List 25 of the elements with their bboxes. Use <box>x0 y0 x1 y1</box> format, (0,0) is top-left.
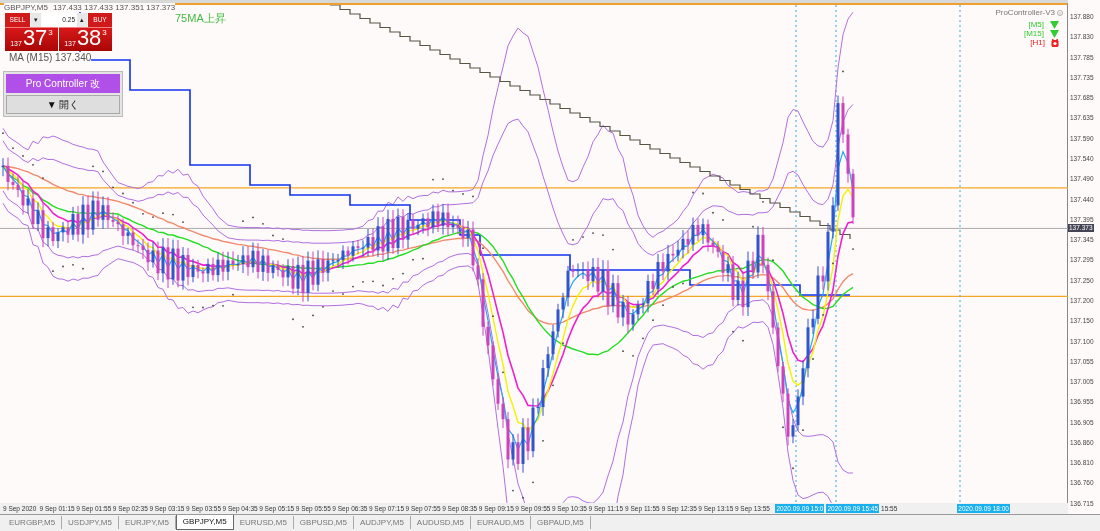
ohlc-values: 137.433 137.433 137.351 137.373 <box>52 3 176 12</box>
price-main: 37 <box>22 27 48 49</box>
symbol-tab[interactable]: USDJPY,M5 <box>62 516 119 529</box>
symbol-label: GBPJPY,M5 <box>4 3 48 12</box>
pro-controller-title: Pro Controller 改 <box>6 74 120 93</box>
symbol-tab[interactable]: EURAUD,M5 <box>470 516 532 529</box>
symbol-tab[interactable]: AUDJPY,M5 <box>353 516 411 529</box>
indicator-name: ProController-V3 <box>995 7 1055 19</box>
symbol-tab[interactable]: GBPAUD,M5 <box>531 516 591 529</box>
symbol-tab[interactable]: EURGBP,M5 <box>3 516 63 529</box>
symbol-tab[interactable]: GBPJPY,M5 <box>175 515 234 530</box>
price-suffix: 3 <box>48 29 53 37</box>
open-toggle-button[interactable]: ▼ 開く <box>6 95 120 114</box>
trend-note: 75MA上昇 <box>175 11 226 26</box>
symbol-tab[interactable]: AUDUSD,M5 <box>410 516 471 529</box>
smiley-icon <box>1057 10 1063 16</box>
price-main: 38 <box>76 27 102 49</box>
timeframe-label: [H1] <box>1030 38 1045 47</box>
timeframe-label: [M5] <box>1028 20 1044 29</box>
symbol-tab[interactable]: EURJPY,M5 <box>118 516 176 529</box>
timeframe-label: [M15] <box>1024 29 1044 38</box>
ma-label: MA (M15) 137.340 <box>9 52 92 64</box>
symbol-tab[interactable]: GBPUSD,M5 <box>293 516 354 529</box>
price-suffix: 3 <box>102 29 107 37</box>
symbol-tab[interactable]: EURUSD,M5 <box>233 516 294 529</box>
